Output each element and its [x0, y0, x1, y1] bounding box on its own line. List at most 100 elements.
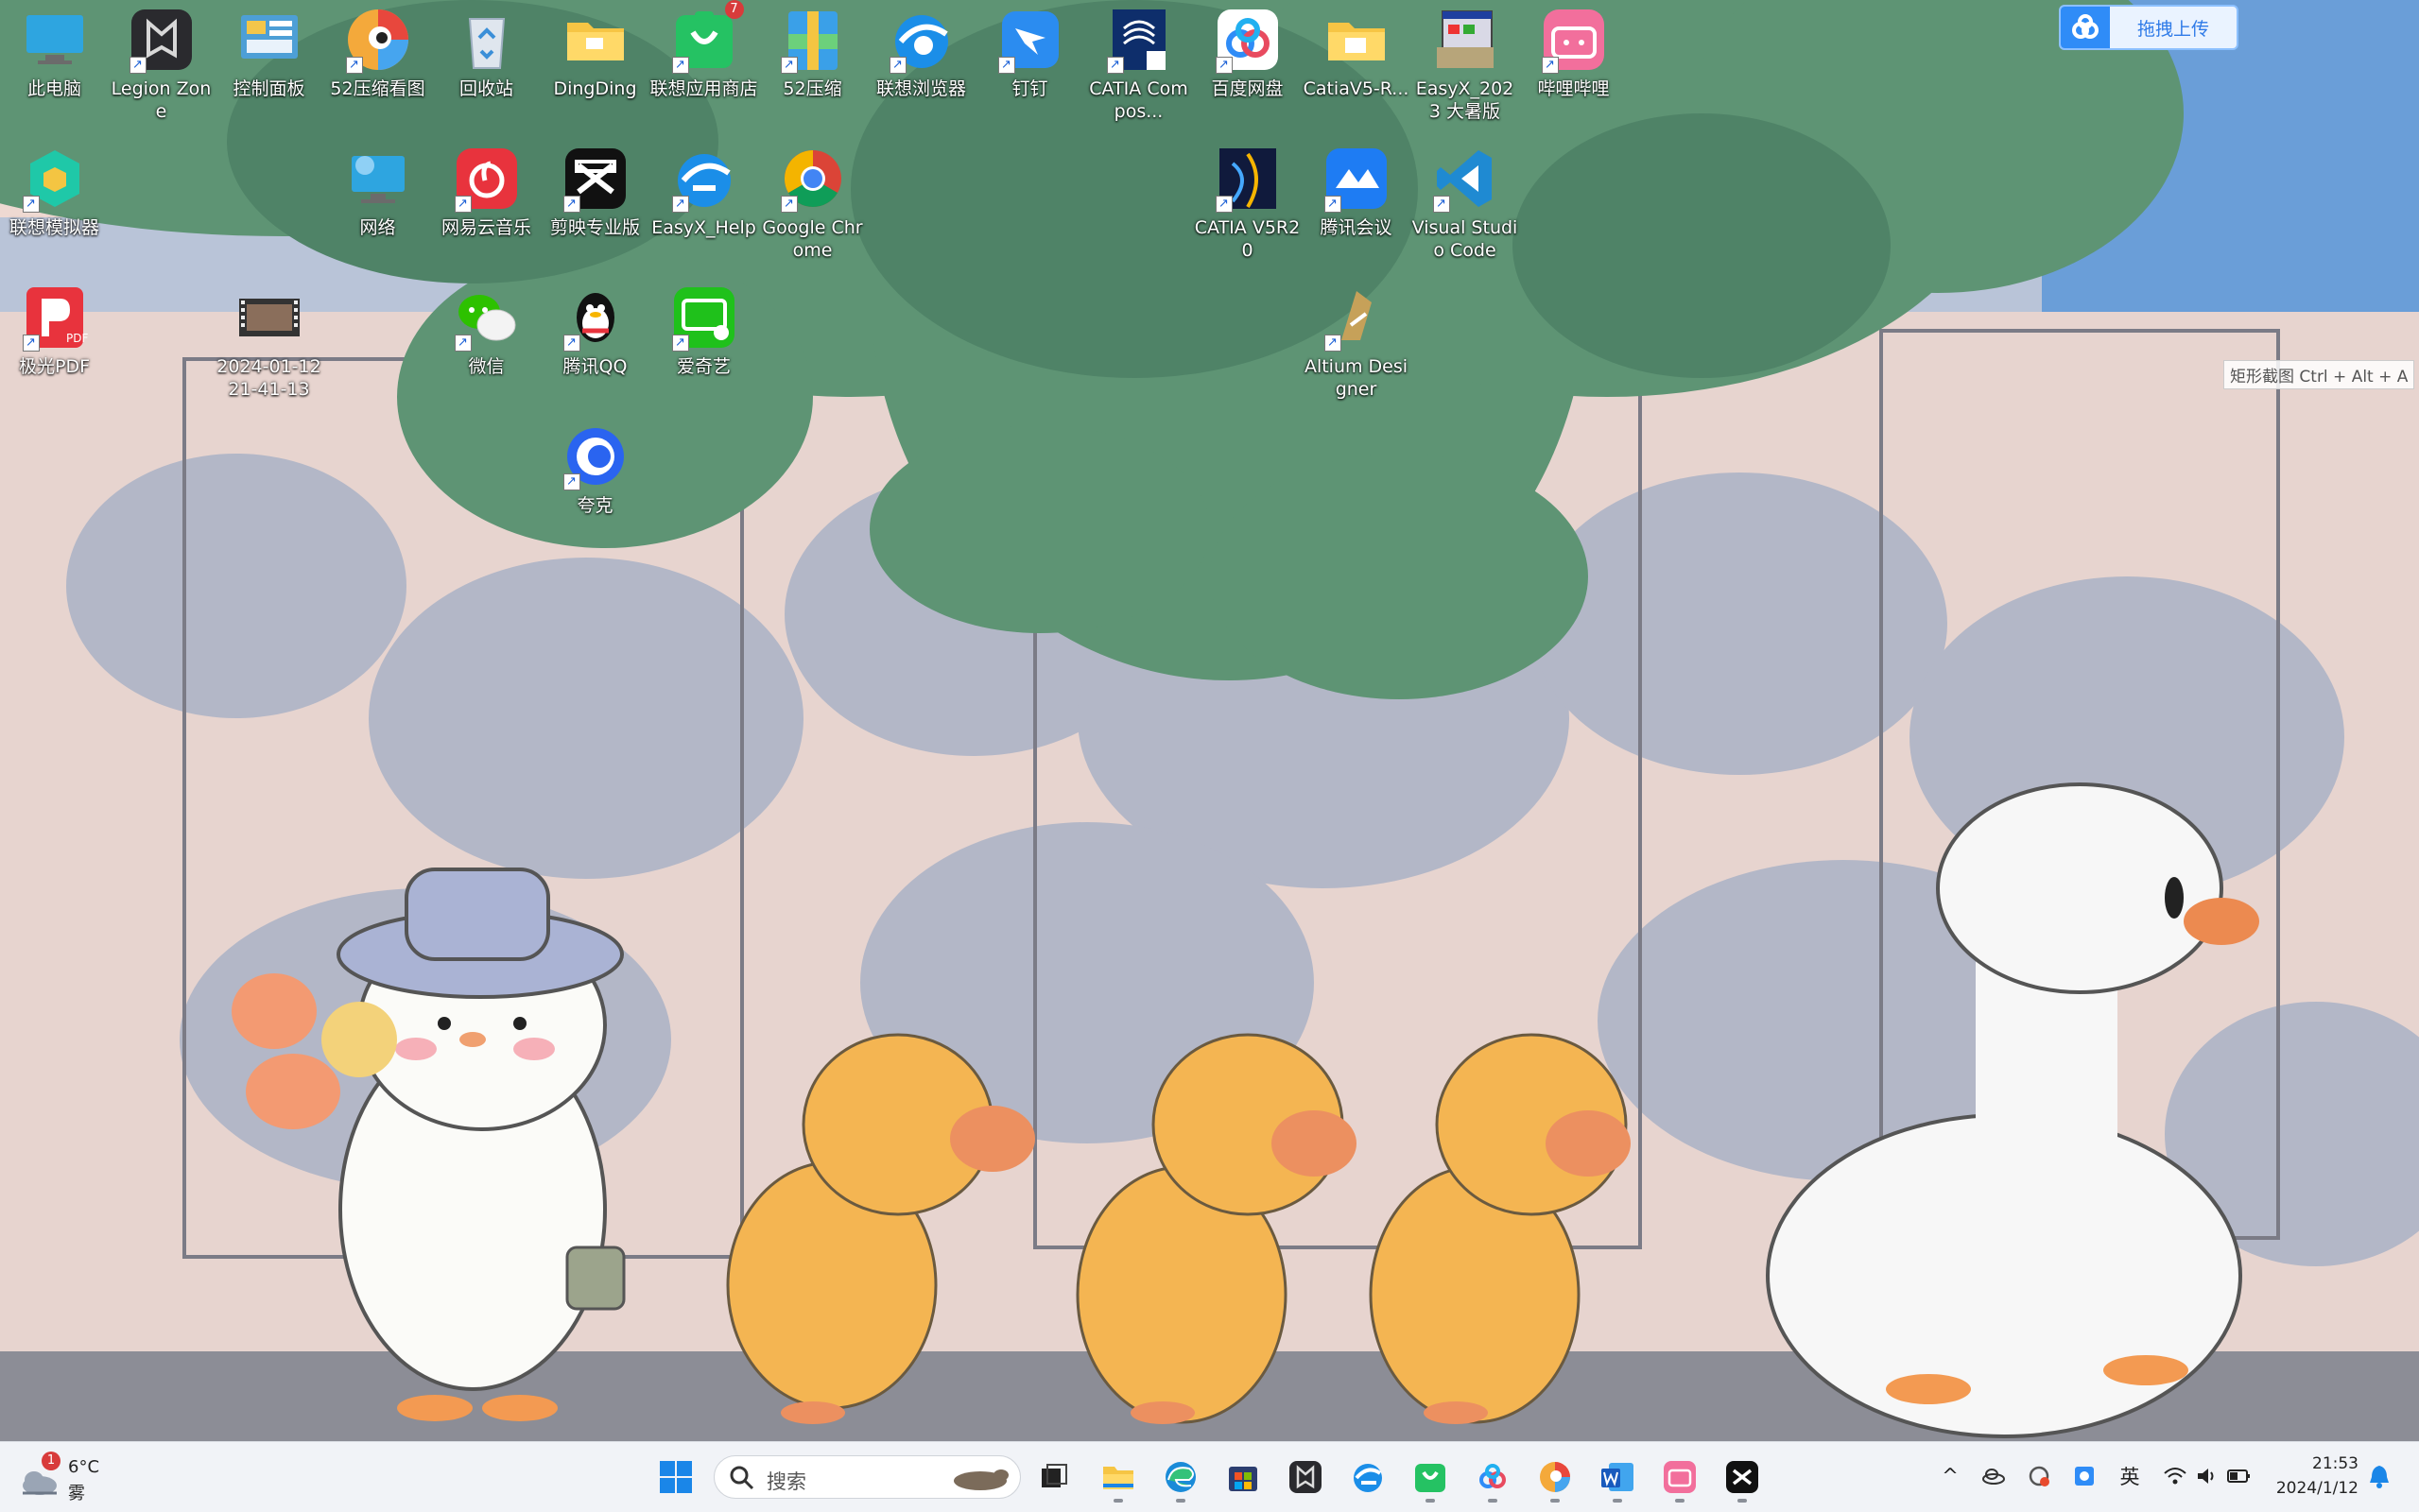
taskbar-image-viewer[interactable] [1531, 1453, 1579, 1503]
screenshot-tray-button[interactable] [2068, 1459, 2100, 1493]
desktop-icon-legion-zone[interactable]: ↗ Legion Zone [107, 0, 216, 132]
desktop-icon-network[interactable]: 网络 [323, 139, 432, 271]
taskbar-word[interactable] [1594, 1453, 1641, 1503]
taskbar-task-view[interactable] [1030, 1453, 1078, 1501]
desktop-icon-baidu-netdisk[interactable]: ↗ 百度网盘 [1193, 0, 1302, 132]
desktop-icon-lenovo-browser[interactable]: ↗ 联想浏览器 [867, 0, 976, 132]
desktop-icon-altium-designer[interactable]: ↗ Altium Designer [1302, 278, 1410, 410]
shortcut-arrow-icon: ↗ [780, 57, 798, 74]
baidu-netdisk-icon: ↗ [1214, 6, 1282, 74]
screenshot-shortcut-hint: 矩形截图 Ctrl + Alt + A [2223, 360, 2415, 389]
desktop-icon-image-viewer[interactable]: ↗ 52压缩看图 [323, 0, 432, 132]
taskbar-bilibili[interactable] [1656, 1453, 1703, 1503]
desktop-icon-label: DingDing [553, 78, 637, 99]
desktop-icon-label: CATIA V5R20 [1194, 217, 1301, 261]
shortcut-arrow-icon: ↗ [454, 335, 472, 352]
desktop-icon-catia-folder[interactable]: CatiaV5-R... [1302, 0, 1410, 132]
shortcut-arrow-icon: ↗ [1323, 196, 1341, 213]
desktop-icon-dingding-folder[interactable]: DingDing [541, 0, 649, 132]
shortcut-arrow-icon: ↗ [22, 196, 40, 213]
desktop-icon-label: 腾讯会议 [1320, 217, 1392, 238]
battery-icon [2227, 1469, 2250, 1483]
taskbar-edge[interactable] [1157, 1453, 1204, 1503]
easyx-installer-icon [1431, 6, 1499, 74]
sync-tray-button[interactable] [2023, 1459, 2055, 1493]
cloud-icon [1982, 1469, 2005, 1485]
image-viewer-icon: ↗ [344, 6, 412, 74]
desktop-icon-label: CATIA Compos... [1089, 78, 1188, 122]
shortcut-arrow-icon: ↗ [129, 57, 147, 74]
desktop-icon-wechat[interactable]: ↗ 微信 [432, 278, 541, 410]
desktop-icon-netease-music[interactable]: ↗ 网易云音乐 [432, 139, 541, 271]
desktop-icon-label: CatiaV5-R... [1303, 78, 1409, 99]
show-hidden-icons-button[interactable]: ^ [1936, 1459, 1964, 1493]
taskbar-microsoft-store[interactable] [1219, 1453, 1267, 1501]
battery-button[interactable] [2223, 1459, 2255, 1493]
shortcut-arrow-icon: ↗ [671, 57, 689, 74]
taskbar-baidu-netdisk[interactable] [1469, 1453, 1516, 1503]
desktop-icon-lenovo-emulator[interactable]: ↗ 联想模拟器 [0, 139, 109, 271]
desktop-icon-this-pc[interactable]: 此电脑 [0, 0, 109, 132]
easyx-help-icon: ↗ [670, 145, 738, 213]
desktop-icon-catia-composer[interactable]: ↗ CATIA Compos... [1084, 0, 1193, 132]
shortcut-arrow-icon: ↗ [562, 335, 580, 352]
desktop-icon-easyx-help[interactable]: ↗ EasyX_Help [649, 139, 758, 271]
weather-widget[interactable]: 1 6°C 雾 [19, 1452, 123, 1504]
folder-icon [1103, 1467, 1133, 1489]
onedrive-tray-button[interactable] [1978, 1459, 2010, 1493]
shortcut-arrow-icon: ↗ [780, 196, 798, 213]
desktop-icon-52zip[interactable]: ↗ 52压缩 [758, 0, 867, 132]
desktop-icon-dingtalk[interactable]: ↗ 钉钉 [976, 0, 1084, 132]
desktop-icon-catia-v5r20[interactable]: ↗ CATIA V5R20 [1193, 139, 1302, 271]
desktop-icon-label: Google Chrome [762, 217, 863, 261]
lenovo-browser-icon: ↗ [888, 6, 956, 74]
chrome-icon: ↗ [779, 145, 847, 213]
taskbar-file-explorer[interactable] [1095, 1453, 1142, 1503]
edge-icon [1166, 1462, 1196, 1492]
dingtalk-icon: ↗ [996, 6, 1064, 74]
desktop-icon-google-chrome[interactable]: ↗ Google Chrome [758, 139, 867, 271]
bilibili-icon [1664, 1461, 1696, 1493]
desktop-icon-label: 网络 [359, 217, 396, 238]
windows-logo-icon [660, 1461, 692, 1493]
taskbar-lenovo-browser[interactable] [1344, 1453, 1391, 1501]
volume-button[interactable] [2191, 1459, 2223, 1493]
taskbar-clock[interactable]: 21:53 2024/1/12 [2259, 1452, 2359, 1501]
lenovo-emulator-icon: ↗ [21, 145, 89, 213]
desktop-icon-easyx-installer[interactable]: EasyX_2023 大暑版 [1410, 0, 1519, 132]
capcut-icon: ↗ [562, 145, 630, 213]
taskbar-legion-zone[interactable] [1282, 1453, 1329, 1501]
notification-center-button[interactable] [2363, 1459, 2395, 1493]
desktop-icon-capcut[interactable]: ↗ 剪映专业版 [541, 139, 649, 271]
shortcut-arrow-icon: ↗ [562, 196, 580, 213]
desktop-icon-bilibili[interactable]: ↗ 哔哩哔哩 [1519, 0, 1628, 132]
desktop-icon-tencent-meeting[interactable]: ↗ 腾讯会议 [1302, 139, 1410, 271]
desktop-icon-label: Altium Designer [1304, 356, 1408, 400]
shortcut-arrow-icon: ↗ [1323, 335, 1341, 352]
desktop-icon-control-panel[interactable]: 控制面板 [215, 0, 323, 132]
desktop-icon-pdf[interactable]: PDF ↗ 极光PDF [0, 278, 109, 410]
wifi-status-button[interactable] [2159, 1459, 2191, 1493]
screenshot-tool-icon [2075, 1467, 2094, 1486]
taskbar-lenovo-app-store[interactable] [1407, 1453, 1454, 1503]
desktop-icon-lenovo-app-store[interactable]: 7 ↗ 联想应用商店 [649, 0, 758, 132]
folder-icon [1322, 6, 1391, 74]
input-method-button[interactable]: 英 [2114, 1459, 2146, 1493]
shortcut-arrow-icon: ↗ [562, 473, 580, 490]
desktop-icon-quark[interactable]: ↗ 夸克 [541, 417, 649, 549]
vscode-icon: ↗ [1431, 145, 1499, 213]
desktop-icon-qq[interactable]: ↗ 腾讯QQ [541, 278, 649, 410]
start-button[interactable] [652, 1453, 700, 1501]
desktop-icon-label: Visual Studio Code [1411, 217, 1518, 261]
taskbar-capcut[interactable] [1719, 1453, 1766, 1503]
taskbar-search-box[interactable]: 搜索 [714, 1455, 1021, 1499]
desktop-icon-iqiyi[interactable]: ↗ 爱奇艺 [649, 278, 758, 410]
search-icon [730, 1466, 754, 1490]
search-placeholder: 搜索 [767, 1470, 806, 1493]
desktop-icon-vscode[interactable]: ↗ Visual Studio Code [1410, 139, 1519, 271]
desktop-icon-label: EasyX_Help [651, 217, 756, 238]
desktop-icon-video-file[interactable]: 2024-01-12 21-41-13 [215, 278, 323, 410]
desktop-icon-label: 联想应用商店 [649, 78, 758, 99]
drag-upload-widget[interactable]: 拖拽上传 [2059, 5, 2238, 50]
desktop-icon-recycle-bin[interactable]: 回收站 [432, 0, 541, 132]
